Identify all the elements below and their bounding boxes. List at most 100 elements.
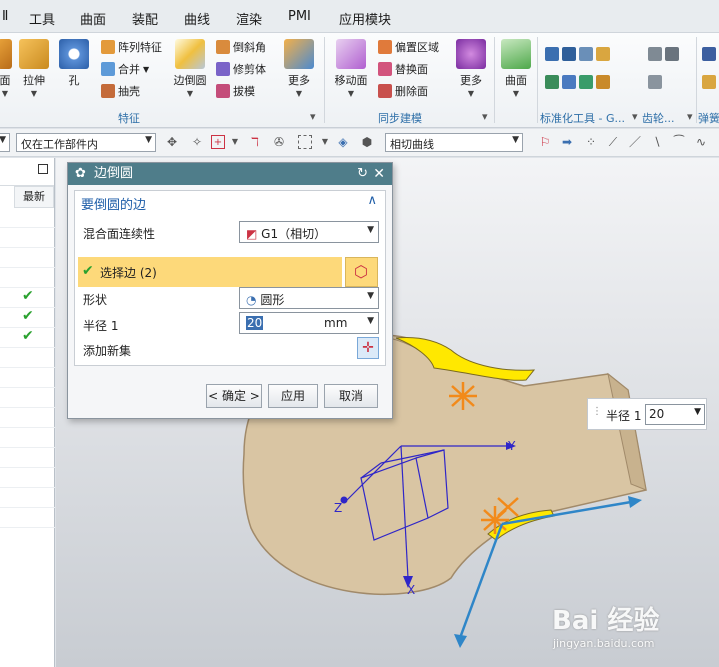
gear-tool-row-1[interactable] — [648, 47, 679, 61]
menu-item-curve[interactable]: 曲线 — [184, 9, 210, 28]
sync-group-expand-icon[interactable]: ▾ — [482, 110, 488, 123]
chevron-down-icon: ▼ — [512, 89, 520, 98]
select-edge-button[interactable]: ⬡ — [345, 257, 378, 287]
std-group-expand-icon[interactable]: ▾ — [632, 110, 638, 123]
trim-body-button[interactable]: 修剪体 — [216, 61, 266, 77]
spring-tool-row-1[interactable] — [702, 47, 716, 61]
unite-button[interactable]: 合并 ▼ — [101, 61, 149, 77]
table-row[interactable]: ✔ — [0, 308, 55, 328]
std-tool-row-2[interactable] — [545, 75, 610, 89]
direction-vector-arrow[interactable] — [628, 496, 642, 508]
ok-button[interactable]: < 确定 > — [206, 384, 262, 408]
chevron-down-icon[interactable]: ▼ — [694, 407, 701, 417]
menu-item-applications[interactable]: 应用模块 — [339, 9, 391, 28]
section-title[interactable]: 要倒圆的边 — [81, 194, 146, 213]
body-filter-icon[interactable]: ◈ — [336, 135, 350, 149]
menu-item-partial[interactable]: Ⅱ — [2, 9, 8, 24]
reset-icon[interactable]: ↻ — [357, 163, 368, 185]
table-row[interactable] — [0, 268, 55, 288]
arrow-right-icon[interactable]: ➡ — [560, 135, 574, 149]
select-icon[interactable]: ✧ — [190, 135, 204, 149]
cancel-button[interactable]: 取消 — [324, 384, 378, 408]
delete-face-button[interactable]: 删除面 — [378, 83, 428, 99]
offset-region-button[interactable]: 偏置区域 — [378, 39, 439, 55]
table-row[interactable] — [0, 428, 55, 448]
grid-snap-icon[interactable]: ⁘ — [584, 135, 598, 149]
table-row[interactable]: ✔ — [0, 328, 55, 348]
table-row[interactable] — [0, 408, 55, 428]
curve-rule-combo[interactable]: 相切曲线 ▼ — [385, 133, 523, 152]
table-row[interactable] — [0, 228, 55, 248]
maximize-icon[interactable] — [38, 164, 48, 174]
menu-item-assembly[interactable]: 装配 — [132, 9, 158, 28]
arc-snap-icon[interactable]: ⁀ — [672, 135, 686, 149]
menu-item-render[interactable]: 渲染 — [236, 9, 262, 28]
spring-tool-row-2[interactable] — [702, 75, 716, 89]
hole-button[interactable]: 孔 — [58, 39, 90, 88]
scope-filter-combo[interactable]: 仅在工作部件内 ▼ — [16, 133, 156, 152]
latest-column-header[interactable]: 最新 — [14, 186, 54, 208]
curve-snap-icon[interactable]: ∖ — [650, 135, 664, 149]
apply-button[interactable]: 应用 — [268, 384, 318, 408]
face-button[interactable]: 面 ▼ — [0, 39, 16, 98]
chevron-down-icon[interactable]: ▼ — [318, 135, 332, 149]
extrude-button[interactable]: 拉伸 ▼ — [18, 39, 50, 98]
table-row[interactable] — [0, 448, 55, 468]
table-row[interactable]: ✔ — [0, 288, 55, 308]
feature-more-button[interactable]: 更多 ▼ — [284, 39, 314, 98]
surface-button[interactable]: 曲面 ▼ — [500, 39, 532, 98]
shell-button[interactable]: 抽壳 — [101, 83, 140, 99]
table-row[interactable] — [0, 248, 55, 268]
line-snap-icon[interactable]: ／ — [628, 135, 642, 149]
drag-handle-icon[interactable]: ⋮ — [592, 406, 602, 417]
radius-input[interactable]: 20 mm ▼ — [239, 312, 379, 334]
face-filter-icon[interactable]: ⬢ — [360, 135, 374, 149]
pattern-feature-button[interactable]: 阵列特征 — [101, 39, 162, 55]
type-filter-combo[interactable]: ▼ — [0, 133, 10, 152]
continuity-select[interactable]: ◩ G1（相切） ▼ — [239, 221, 379, 243]
curve-snap-icon[interactable]: ℸ — [248, 135, 262, 149]
table-row[interactable] — [0, 368, 55, 388]
intent-icon[interactable]: ⚐ — [538, 135, 552, 149]
feature-group-expand-icon[interactable]: ▾ — [310, 110, 316, 123]
radius-vector-arrow[interactable] — [454, 634, 467, 648]
gear-tool-row-2[interactable] — [648, 75, 662, 89]
gear-icon[interactable]: ✿ — [75, 163, 86, 185]
table-row[interactable] — [0, 488, 55, 508]
chevron-down-icon[interactable]: ▼ — [367, 316, 374, 326]
dialog-title-bar[interactable]: ✿ 边倒圆 ↻ ✕ — [68, 163, 392, 185]
close-icon[interactable]: ✕ — [373, 163, 385, 185]
rectangle-select-icon[interactable] — [298, 135, 312, 149]
hole-icon — [59, 39, 89, 69]
edge-blend-button[interactable]: 边倒圆 ▼ — [170, 39, 210, 98]
gear-group-expand-icon[interactable]: ▾ — [687, 110, 693, 123]
shape-select[interactable]: ◔ 圆形 ▼ — [239, 287, 379, 309]
onscreen-radius-field[interactable]: 20 ▼ — [645, 404, 705, 425]
sync-more-button[interactable]: 更多 ▼ — [456, 39, 486, 98]
table-row[interactable] — [0, 508, 55, 528]
move-face-button[interactable]: 移动面 ▼ — [332, 39, 370, 98]
chamfer-button[interactable]: 倒斜角 — [216, 39, 266, 55]
chevron-down-icon[interactable]: ▼ — [228, 135, 242, 149]
menu-item-tools[interactable]: 工具 — [29, 9, 55, 28]
table-row[interactable] — [0, 468, 55, 488]
pointer-icon[interactable]: ✇ — [272, 135, 286, 149]
spline-snap-icon[interactable]: ∿ — [694, 135, 708, 149]
face-button-label: 面 — [0, 74, 11, 87]
table-row[interactable] — [0, 208, 55, 228]
snap-icon[interactable]: ✥ — [165, 135, 179, 149]
line-snap-icon[interactable]: ⟋ — [606, 135, 620, 149]
menu-item-surface[interactable]: 曲面 — [80, 9, 106, 28]
chamfer-label: 倒斜角 — [233, 41, 266, 54]
table-row[interactable] — [0, 388, 55, 408]
table-row[interactable] — [0, 348, 55, 368]
radius-unit[interactable]: mm — [324, 316, 347, 330]
select-edge-row[interactable]: ✔ 选择边 (2) — [78, 257, 342, 287]
menu-item-pmi[interactable]: PMI — [288, 9, 311, 24]
add-new-set-button[interactable]: ✛ — [357, 337, 379, 359]
replace-face-button[interactable]: 替换面 — [378, 61, 428, 77]
chevron-up-icon[interactable]: ∧ — [367, 193, 377, 208]
std-tool-row-1[interactable] — [545, 47, 610, 61]
draft-button[interactable]: 拔模 — [216, 83, 255, 99]
point-snap-icon[interactable]: + — [211, 135, 225, 149]
